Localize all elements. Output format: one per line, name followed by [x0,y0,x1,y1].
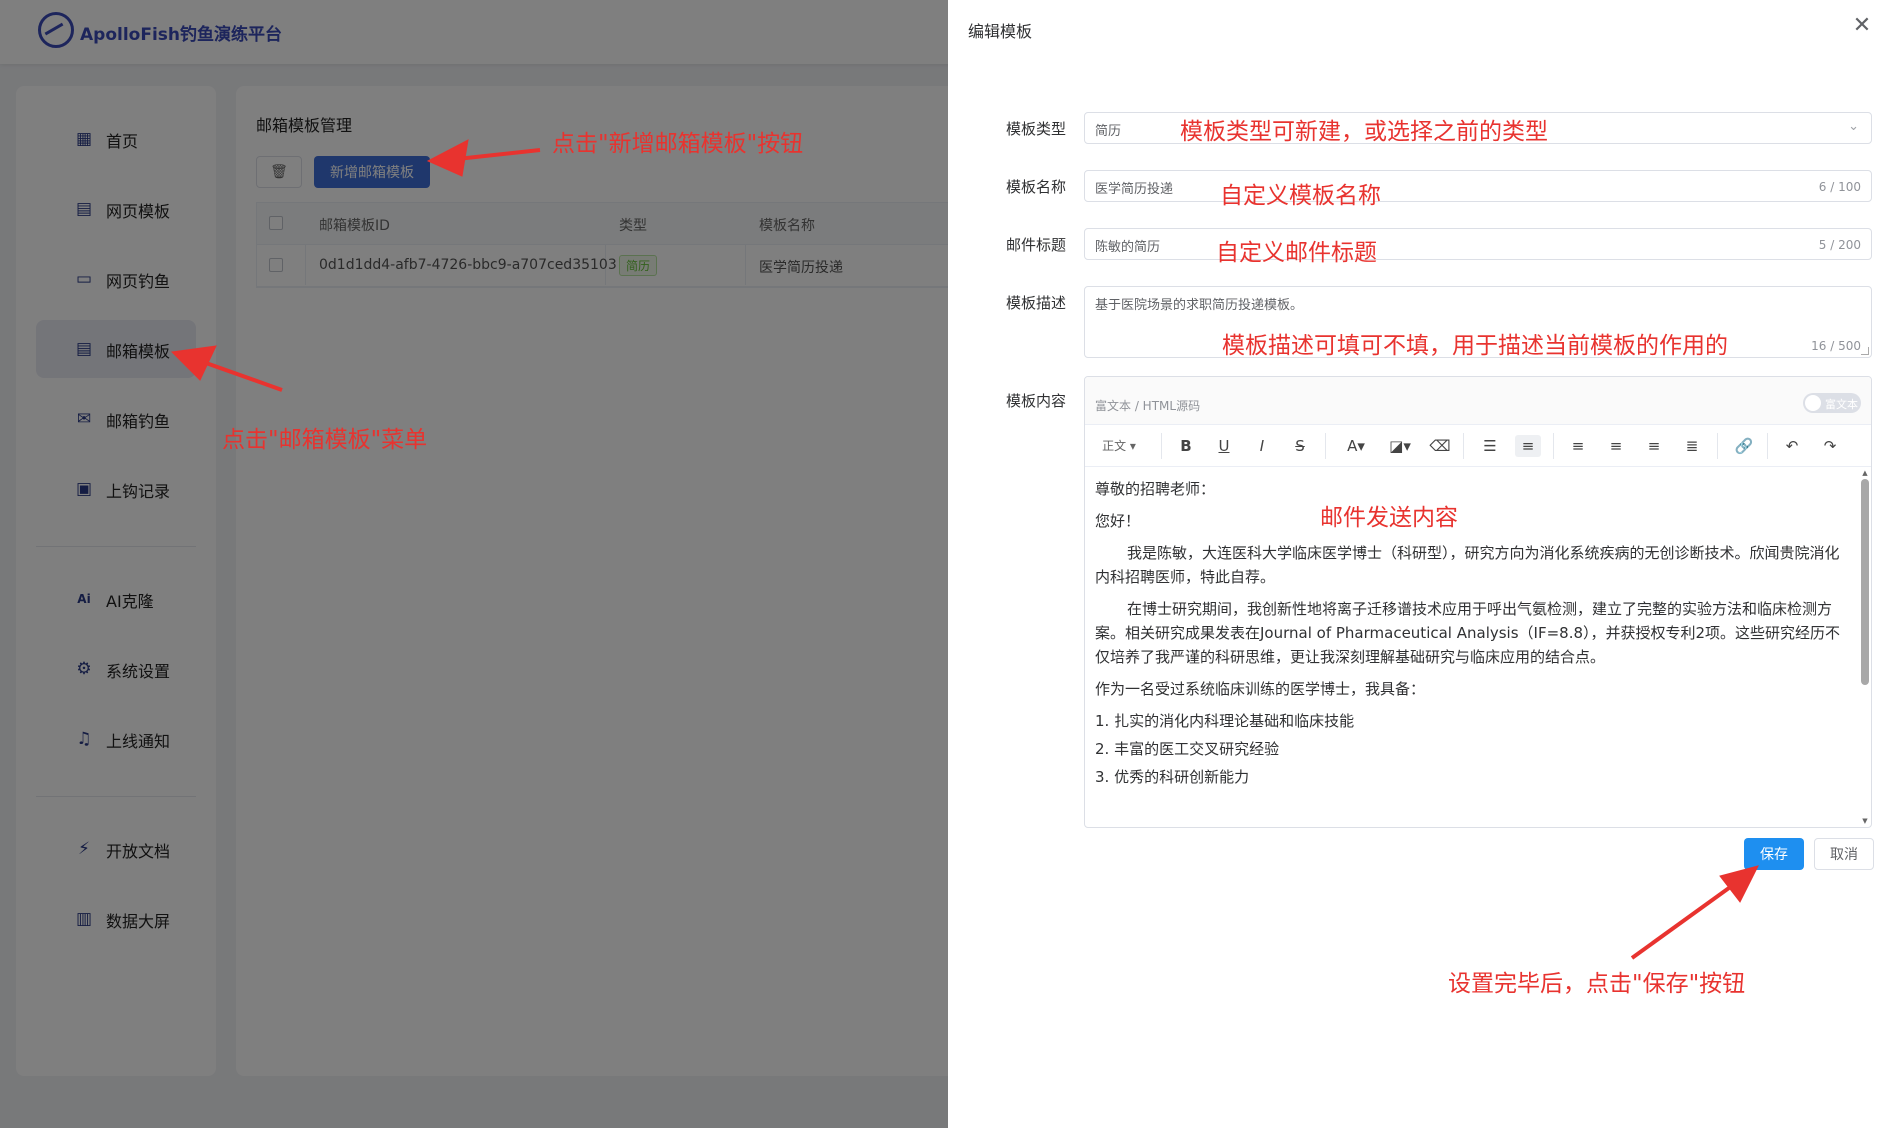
scroll-down-icon[interactable]: ▼ [1861,817,1869,825]
type-label: 模板类型 [1005,120,1066,138]
drawer-title: 编辑模板 [968,22,1033,41]
heading-select[interactable]: 正文 ▾ [1095,435,1143,457]
name-label: 模板名称 [1005,178,1066,196]
char-count: 6 / 100 [1818,180,1861,194]
template-name-value: 医学简历投递 [1095,182,1174,197]
editor-header: 富文本 / HTML源码 富文本 [1085,377,1871,425]
paragraph: 在博士研究期间，我创新性地将离子迁移谱技术应用于呼出气氨检测，建立了完整的实验方… [1095,600,1841,666]
cancel-button[interactable]: 取消 [1814,838,1874,870]
rich-text-switch[interactable]: 富文本 [1803,393,1861,413]
undo-icon[interactable]: ↶ [1779,435,1805,457]
annotation-subject: 自定义邮件标题 [1216,240,1377,266]
paragraph: 尊敬的招聘老师： [1095,480,1216,498]
editor-toolbar: 正文 ▾ B U I S A▾ ◪▾ ⌫ ☰ ≡ ≡ ≡ ≡ ≣ 🔗 ↶ ↷ [1085,425,1871,467]
email-subject-value: 陈敏的简历 [1095,240,1161,255]
scroll-thumb[interactable] [1861,479,1869,685]
annotation-desc: 模板描述可填可不填，用于描述当前模板的作用的 [1222,333,1728,359]
list-item: 3. 优秀的科研创新能力 [1095,768,1250,786]
save-button[interactable]: 保存 [1744,838,1804,870]
annotation-name: 自定义模板名称 [1220,183,1381,209]
scroll-up-icon[interactable]: ▲ [1861,469,1869,477]
resize-handle[interactable] [1861,347,1869,355]
bullet-list-icon[interactable]: ☰ [1477,435,1503,457]
editor-scrollbar[interactable]: ▲ ▼ [1861,469,1869,825]
annotation-content: 邮件发送内容 [1320,505,1458,531]
eraser-icon[interactable]: ⌫ [1427,435,1453,457]
background-color-icon[interactable]: ◪▾ [1383,435,1417,457]
chevron-down-icon: ⌄ [1848,119,1859,134]
strikethrough-icon[interactable]: S [1287,435,1313,457]
font-color-icon[interactable]: A▾ [1339,435,1373,457]
annotation-add-button: 点击"新增邮箱模板"按钮 [552,131,804,157]
align-center-icon[interactable]: ≡ [1603,435,1629,457]
close-icon[interactable]: ✕ [1850,14,1874,38]
bold-icon[interactable]: B [1173,435,1199,457]
desc-label: 模板描述 [1005,294,1066,312]
subject-label: 邮件标题 [1005,236,1066,254]
align-left-icon[interactable]: ≡ [1565,435,1591,457]
editor-content[interactable]: 尊敬的招聘老师： 您好！ 我是陈敏，大连医科大学临床医学博士（科研型），研究方向… [1085,467,1855,827]
paragraph: 作为一名受过系统临床训练的医学博士，我具备： [1095,680,1426,698]
list-item: 1. 扎实的消化内科理论基础和临床技能 [1095,712,1355,730]
annotation-save: 设置完毕后，点击"保存"按钮 [1448,971,1746,997]
rich-text-editor: 富文本 / HTML源码 富文本 正文 ▾ B U I S A▾ ◪▾ ⌫ ☰ … [1084,376,1872,828]
annotation-type: 模板类型可新建，或选择之前的类型 [1180,119,1548,145]
content-label: 模板内容 [1005,392,1066,410]
char-count: 16 / 500 [1811,339,1861,353]
align-justify-icon[interactable]: ≣ [1679,435,1705,457]
switch-label: 富文本 [1825,398,1858,411]
editor-mode-label: 富文本 / HTML源码 [1095,399,1201,413]
numbered-list-icon[interactable]: ≡ [1515,435,1541,457]
char-count: 5 / 200 [1818,238,1861,252]
template-desc-value: 基于医院场景的求职简历投递模板。 [1095,298,1304,313]
template-name-input[interactable]: 医学简历投递 6 / 100 [1084,170,1872,202]
link-icon[interactable]: 🔗 [1731,435,1757,457]
paragraph: 您好！ [1095,512,1141,530]
paragraph: 我是陈敏，大连医科大学临床医学博士（科研型），研究方向为消化系统疾病的无创诊断技… [1095,544,1840,586]
list-item: 2. 丰富的医工交叉研究经验 [1095,740,1280,758]
edit-template-drawer: 编辑模板 ✕ 模板类型 简历 ⌄ 模板名称 医学简历投递 6 / 100 邮件标… [948,0,1884,1128]
underline-icon[interactable]: U [1211,435,1237,457]
align-right-icon[interactable]: ≡ [1641,435,1667,457]
annotation-menu: 点击"邮箱模板"菜单 [222,427,428,453]
redo-icon[interactable]: ↷ [1817,435,1843,457]
ordered-list: 1. 扎实的消化内科理论基础和临床技能 2. 丰富的医工交叉研究经验 3. 优秀… [1095,709,1845,789]
italic-icon[interactable]: I [1249,435,1275,457]
switch-knob [1805,395,1821,411]
email-subject-input[interactable]: 陈敏的简历 5 / 200 [1084,228,1872,260]
template-type-value: 简历 [1095,124,1122,139]
